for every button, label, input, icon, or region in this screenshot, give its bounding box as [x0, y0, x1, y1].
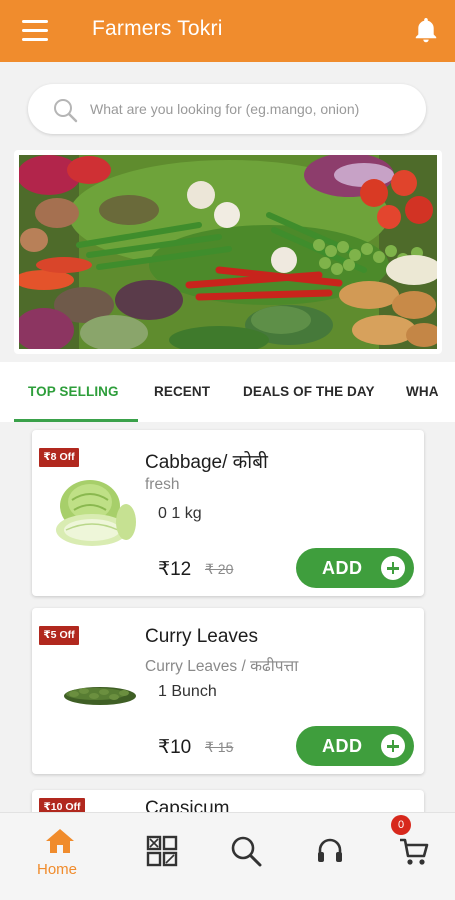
- bottom-navigation: Home: [0, 812, 455, 900]
- plus-icon: [381, 556, 405, 580]
- product-name: Cabbage/ कोबी: [145, 452, 268, 473]
- tab-partial[interactable]: WHA: [406, 384, 439, 399]
- tab-top-selling[interactable]: TOP SELLING: [28, 384, 119, 399]
- add-button-label: ADD: [322, 558, 363, 578]
- discount-badge: ₹5 Off: [39, 626, 79, 645]
- tab-deals-of-the-day[interactable]: DEALS OF THE DAY: [243, 384, 375, 399]
- cart-count-badge: 0: [391, 815, 411, 835]
- cart-icon: [400, 838, 429, 865]
- search-icon: [231, 836, 262, 867]
- add-to-cart-button[interactable]: ADD: [296, 548, 414, 588]
- category-tabs: TOP SELLING RECENT DEALS OF THE DAY WHA: [0, 362, 455, 422]
- product-price: ₹12: [158, 559, 192, 580]
- product-quantity[interactable]: 0 1 kg: [158, 505, 202, 523]
- add-to-cart-button[interactable]: ADD: [296, 726, 414, 766]
- product-quantity[interactable]: 1 Bunch: [158, 683, 217, 701]
- search-bar[interactable]: [28, 84, 426, 134]
- nav-home-label: Home: [37, 861, 78, 878]
- promo-banner[interactable]: [14, 150, 442, 354]
- search-icon: [52, 97, 78, 123]
- cabbage-image: [56, 480, 136, 546]
- add-button-label: ADD: [322, 736, 363, 756]
- app-bar: Farmers Tokri: [0, 0, 455, 62]
- app-title: Farmers Tokri: [92, 17, 223, 40]
- nav-search[interactable]: [224, 813, 274, 900]
- tab-recent[interactable]: RECENT: [154, 384, 210, 399]
- vegetables-banner-image: [19, 155, 437, 349]
- product-card-cabbage[interactable]: ₹8 Off Cabbage/ कोबी fresh 0 1 kg ₹12 ₹ …: [32, 430, 424, 596]
- headset-support-icon: [318, 838, 342, 862]
- product-subtitle: Curry Leaves / कढीपत्ता: [145, 658, 299, 675]
- product-list: ₹8 Off Cabbage/ कोबी fresh 0 1 kg ₹12 ₹ …: [0, 422, 455, 812]
- nav-categories[interactable]: [140, 813, 190, 900]
- product-name: Capsicum: [145, 798, 230, 812]
- product-card-capsicum[interactable]: ₹10 Off Capsicum: [32, 790, 424, 812]
- categories-grid-icon: [146, 835, 178, 867]
- product-name: Curry Leaves: [145, 626, 258, 647]
- hamburger-menu-icon[interactable]: [22, 20, 48, 42]
- nav-support[interactable]: [310, 813, 360, 900]
- search-input[interactable]: [90, 92, 412, 126]
- discount-badge: ₹8 Off: [39, 448, 79, 467]
- product-mrp: ₹ 15: [205, 739, 234, 755]
- plus-icon: [381, 734, 405, 758]
- bell-icon[interactable]: [413, 16, 439, 44]
- product-card-curry-leaves[interactable]: ₹5 Off Curry Leaves Curry Leaves / कढीपत…: [32, 608, 424, 774]
- curry-leaves-image: [64, 687, 136, 705]
- nav-home[interactable]: Home: [0, 813, 120, 900]
- product-mrp: ₹ 20: [205, 561, 234, 577]
- product-price: ₹10: [158, 737, 192, 758]
- home-icon: [46, 829, 74, 853]
- product-subtitle: fresh: [145, 476, 180, 493]
- discount-badge: ₹10 Off: [39, 798, 85, 812]
